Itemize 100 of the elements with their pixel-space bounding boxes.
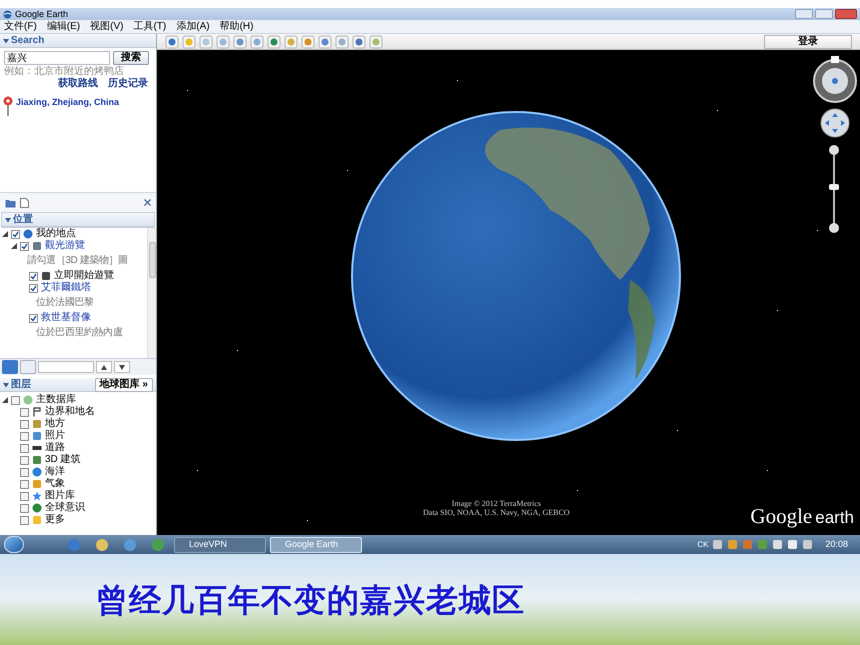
toolbar-icon[interactable] [284, 34, 298, 48]
tray-text: CK [697, 540, 708, 548]
checkbox[interactable] [29, 272, 38, 280]
tree-item[interactable]: 3D 建筑 [45, 454, 81, 466]
collapse-arrow-icon[interactable] [3, 382, 9, 388]
checkbox[interactable] [11, 396, 20, 404]
up-arrow-icon [101, 364, 107, 370]
filter-field[interactable] [38, 361, 94, 373]
item-description: 請勾選［3D 建築物］圖 [26, 254, 129, 268]
menu-item[interactable]: 帮助(H) [220, 22, 254, 32]
checkbox[interactable] [20, 456, 29, 464]
close-button[interactable] [835, 9, 857, 19]
space-view[interactable]: Image © 2012 TerraMetrics Data SIO, NOAA, U.S. Navy, NGA, GEBCO Google earth [157, 50, 860, 535]
toolbar-icon[interactable] [216, 34, 230, 48]
checkbox[interactable] [20, 242, 29, 250]
navigation-compass-icon[interactable] [812, 56, 858, 104]
checkbox[interactable] [20, 504, 29, 512]
toolbar-icon[interactable] [352, 34, 366, 48]
sign-in-button[interactable]: 登录 [764, 34, 852, 48]
tree-item[interactable]: 边界和地名 [45, 406, 95, 418]
search-result[interactable]: Jiaxing, Zhejiang, China [16, 96, 120, 108]
expand-arrow-icon[interactable] [2, 231, 8, 237]
panel-tab-button[interactable] [20, 360, 36, 374]
attribution-text: Data SIO, NOAA, U.S. Navy, NGA, GEBCO [423, 508, 570, 517]
taskbar-icon[interactable] [96, 538, 108, 550]
item-description: 位於巴西里約熱內盧 [35, 326, 124, 340]
toolbar-icon[interactable] [182, 34, 196, 48]
panel-title: Search [11, 36, 44, 46]
checkbox[interactable] [20, 492, 29, 500]
checkbox[interactable] [20, 420, 29, 428]
toolbar-icon[interactable] [335, 34, 349, 48]
checkbox[interactable] [20, 516, 29, 524]
menu-item[interactable]: 文件(F) [4, 22, 37, 32]
document-icon[interactable] [20, 198, 29, 208]
link[interactable]: 历史记录 [108, 78, 148, 90]
checkbox[interactable] [29, 314, 38, 322]
tree-item[interactable]: 海洋 [45, 466, 65, 478]
collapse-arrow-icon[interactable] [3, 38, 9, 44]
tree-item[interactable]: 主数据库 [36, 394, 76, 406]
toolbar-icon[interactable] [250, 34, 264, 48]
checkbox[interactable] [20, 468, 29, 476]
minimize-button[interactable] [795, 9, 813, 19]
toolbar-icon[interactable] [267, 34, 281, 48]
link[interactable]: 获取路线 [58, 78, 98, 90]
tree-item[interactable]: 图片库 [45, 490, 75, 502]
tree-item[interactable]: 更多 [45, 514, 65, 526]
checkbox[interactable] [20, 408, 29, 416]
menu-item[interactable]: 添加(A) [176, 22, 210, 32]
search-button[interactable]: 搜索 [113, 51, 149, 65]
star-icon [32, 491, 42, 501]
caption: 曾经几百年不变的嘉兴老城区 [96, 580, 525, 620]
scrollbar[interactable] [147, 228, 156, 358]
toolbar-icon[interactable] [301, 34, 315, 48]
down-arrow-icon [119, 364, 125, 370]
panel-header[interactable]: 位置 [2, 213, 154, 227]
toolbar-icon[interactable] [318, 34, 332, 48]
menu-item[interactable]: 编辑(E) [46, 22, 80, 32]
restore-button[interactable] [815, 9, 833, 19]
tree-item[interactable]: 道路 [45, 442, 65, 454]
tree-item[interactable]: 艾菲爾鐵塔 [41, 282, 91, 294]
taskbar-app[interactable]: LoveVPN [174, 536, 266, 552]
collapse-arrow-icon[interactable] [5, 216, 11, 222]
search-field[interactable]: 嘉兴 [4, 51, 110, 65]
move-down-button[interactable] [114, 361, 130, 373]
zoom-slider-icon[interactable] [828, 144, 840, 234]
clock: 20:08 [824, 540, 849, 549]
tree-item[interactable]: 我的地点 [36, 228, 76, 240]
tree-item[interactable]: 救世基督像 [41, 312, 91, 324]
checkbox[interactable] [29, 284, 38, 292]
panel-header[interactable]: Search [0, 34, 156, 48]
expand-arrow-icon[interactable] [2, 397, 8, 403]
toolbar-icon[interactable] [199, 34, 213, 48]
menu-item[interactable]: 视图(V) [90, 22, 124, 32]
expand-arrow-icon[interactable] [11, 243, 17, 249]
earth-globe-drawing[interactable] [350, 110, 682, 442]
tree-item[interactable]: 照片 [45, 430, 65, 442]
tree-item[interactable]: 地方 [45, 418, 65, 430]
checkbox[interactable] [11, 230, 20, 238]
checkbox[interactable] [20, 444, 29, 452]
google-earth-logo: Google earth [750, 506, 854, 527]
move-up-button[interactable] [96, 361, 112, 373]
pan-control-icon[interactable] [820, 108, 850, 138]
tree-item[interactable]: 全球意识 [45, 502, 85, 514]
taskbar-icon[interactable] [152, 538, 164, 550]
tree-item[interactable]: 立即開始遊覽 [54, 270, 114, 282]
tree-item[interactable]: 气象 [45, 478, 65, 490]
checkbox[interactable] [20, 432, 29, 440]
start-button[interactable] [4, 536, 24, 553]
toolbar-icon[interactable] [233, 34, 247, 48]
window-title: Google Earth [15, 10, 68, 18]
close-icon[interactable] [144, 199, 151, 206]
tree-item[interactable]: 觀光游覽 [45, 240, 85, 252]
panel-header[interactable]: 图层 地球图库 » [0, 378, 156, 392]
toolbar-icon[interactable] [369, 34, 383, 48]
attribution-text: Image © 2012 TerraMetrics [452, 499, 541, 508]
menu-item[interactable]: 工具(T) [133, 22, 166, 32]
toolbar-icon[interactable] [165, 34, 179, 48]
taskbar-icon[interactable] [124, 538, 136, 550]
gallery-button[interactable]: 地球图库 » [94, 378, 153, 392]
checkbox[interactable] [20, 480, 29, 488]
